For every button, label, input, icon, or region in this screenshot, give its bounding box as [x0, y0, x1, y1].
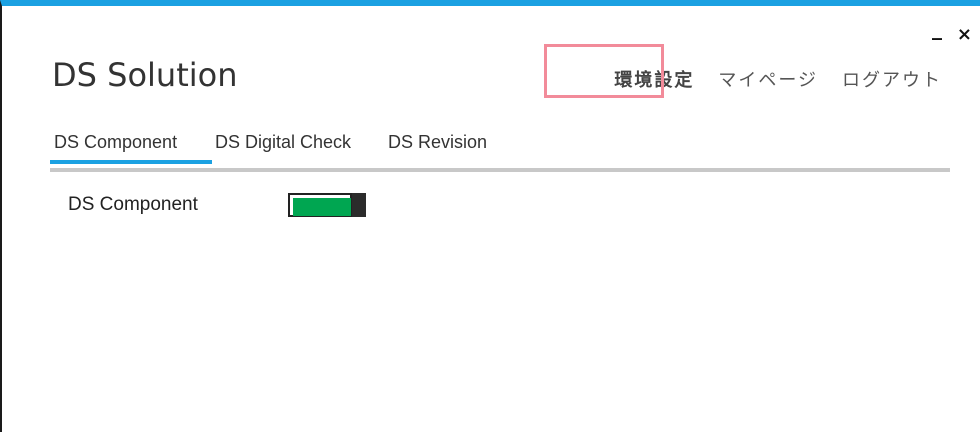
logout-link[interactable]: ログアウト	[842, 66, 942, 92]
ds-component-toggle[interactable]	[288, 193, 366, 217]
close-button[interactable]: ×	[957, 26, 972, 44]
toggle-thumb[interactable]	[352, 193, 366, 217]
ds-component-setting-label: DS Component	[68, 194, 198, 215]
tab-ds-component[interactable]: DS Component	[50, 130, 212, 164]
tab-ds-revision[interactable]: DS Revision	[388, 130, 487, 164]
minimize-button[interactable]: _	[932, 18, 942, 38]
toggle-track	[288, 193, 352, 217]
app-window: _ × DS Solution 環境設定 マイページ ログアウト DS Comp…	[0, 0, 980, 432]
app-title: DS Solution	[52, 56, 238, 94]
settings-link[interactable]: 環境設定	[614, 66, 694, 92]
tab-bar: DS Component DS Digital Check DS Revisio…	[50, 130, 950, 172]
toggle-fill	[293, 198, 351, 216]
tab-ds-digital-check[interactable]: DS Digital Check	[215, 130, 351, 164]
mypage-link[interactable]: マイページ	[718, 66, 818, 92]
top-nav: 環境設定 マイページ ログアウト	[614, 66, 942, 92]
